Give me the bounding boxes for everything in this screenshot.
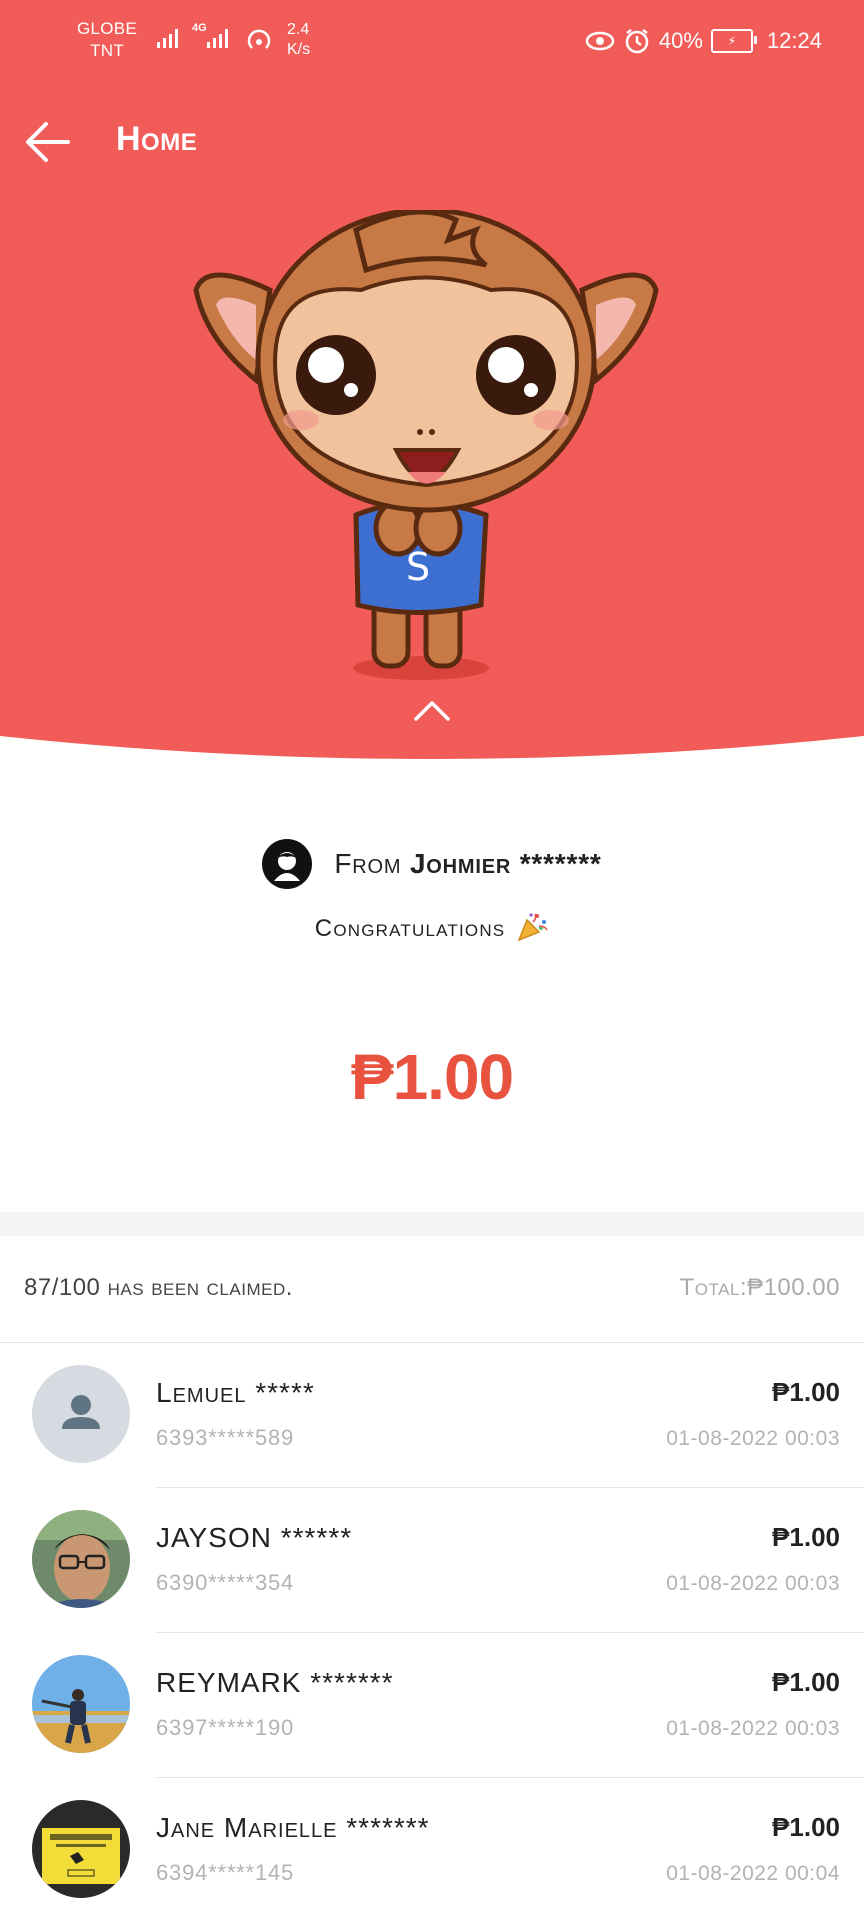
claim-summary-bar: 87/100 has been claimed. Total:₱100.00	[0, 1236, 864, 1343]
header-wave-divider	[0, 736, 864, 770]
clock-time: 12:24	[766, 28, 822, 53]
status-right-group: 40% ⚡ 12:24	[585, 26, 822, 56]
eye-comfort-icon	[585, 31, 615, 51]
user-photo-avatar	[32, 1800, 130, 1898]
battery-charging-icon: ⚡	[710, 29, 757, 53]
claimer-name: Lemuel *****	[156, 1377, 315, 1408]
avatar	[32, 1655, 130, 1753]
claimer-name: JAYSON ******	[156, 1522, 353, 1553]
network-speed: 2.4 K/s	[287, 20, 310, 60]
claim-time: 01-08-2022 00:03	[666, 1717, 840, 1740]
claim-time: 01-08-2022 00:03	[666, 1427, 840, 1450]
section-divider	[0, 1212, 864, 1236]
claim-amount: ₱1.00	[772, 1377, 840, 1407]
claimer-phone: 6393*****589	[156, 1425, 295, 1450]
user-photo-avatar	[32, 1655, 130, 1753]
claim-amount: ₱1.00	[772, 1812, 840, 1842]
congratulations-text: Congratulations	[314, 915, 506, 942]
claim-row[interactable]: Lemuel ***** 6393*****589 ₱1.00 01-08-20…	[0, 1343, 864, 1488]
claim-row[interactable]: Jane Marielle ******* 6394*****145 ₱1.00…	[0, 1778, 864, 1923]
sender-label: From Johmier *******	[334, 848, 601, 880]
arrow-left-icon	[26, 122, 70, 162]
app-bar: Home	[0, 100, 864, 184]
claim-amount: ₱1.00	[772, 1522, 840, 1552]
network-speed-unit: K/s	[287, 41, 311, 58]
claimer-name: REYMARK *******	[156, 1667, 394, 1698]
hotspot-icon	[247, 29, 271, 49]
claim-time: 01-08-2022 00:03	[666, 1572, 840, 1595]
party-popper-icon	[517, 913, 548, 942]
claim-row[interactable]: JAYSON ****** 6390*****354 ₱1.00 01-08-2…	[0, 1488, 864, 1633]
avatar	[32, 1510, 130, 1608]
back-button[interactable]	[20, 116, 80, 168]
carrier-tnt: TNT	[90, 41, 125, 60]
alarm-icon	[625, 29, 649, 54]
carrier-globe: GLOBE	[77, 19, 138, 38]
battery-percent: 40%	[658, 28, 703, 53]
sender-row: From Johmier *******	[0, 836, 864, 892]
network-speed-value: 2.4	[287, 21, 310, 38]
claim-row[interactable]: REYMARK ******* 6397*****190 ₱1.00 01-08…	[0, 1633, 864, 1778]
avatar	[32, 1365, 130, 1463]
claim-amount: ₱1.00	[772, 1667, 840, 1697]
total-amount: Total:₱100.00	[679, 1274, 840, 1301]
sender-prefix: From	[334, 848, 402, 879]
sender-name: Johmier	[409, 848, 512, 879]
status-bar: GLOBE TNT 4G 2.4 K/s 40% ⚡ 12:24	[0, 0, 864, 86]
congratulations-message: Congratulations	[0, 912, 864, 943]
carrier-labels: GLOBE TNT	[77, 18, 137, 62]
signal-strength-icon	[157, 29, 178, 48]
monkey-mascot-illustration: S	[193, 210, 659, 680]
signal-strength-icon	[207, 29, 228, 48]
red-header-panel: GLOBE TNT 4G 2.4 K/s 40% ⚡ 12:24 Home S	[0, 0, 864, 770]
person-icon	[62, 1395, 100, 1429]
sender-masked: *******	[519, 848, 602, 879]
claimer-phone: 6394*****145	[156, 1860, 295, 1885]
claimer-name: Jane Marielle *******	[156, 1812, 430, 1843]
sender-avatar-icon	[274, 852, 301, 881]
claim-list: Lemuel ***** 6393*****589 ₱1.00 01-08-20…	[0, 1343, 864, 1923]
user-photo-avatar	[32, 1510, 130, 1608]
received-amount: ₱1.00	[350, 1041, 514, 1113]
claim-time: 01-08-2022 00:04	[666, 1862, 840, 1885]
claimer-phone: 6397*****190	[156, 1715, 295, 1740]
sender-avatar	[262, 839, 313, 889]
avatar	[32, 1800, 130, 1898]
claimed-count: 87/100 has been claimed.	[24, 1274, 293, 1301]
claimer-phone: 6390*****354	[156, 1570, 295, 1595]
page-title: Home	[116, 120, 198, 158]
